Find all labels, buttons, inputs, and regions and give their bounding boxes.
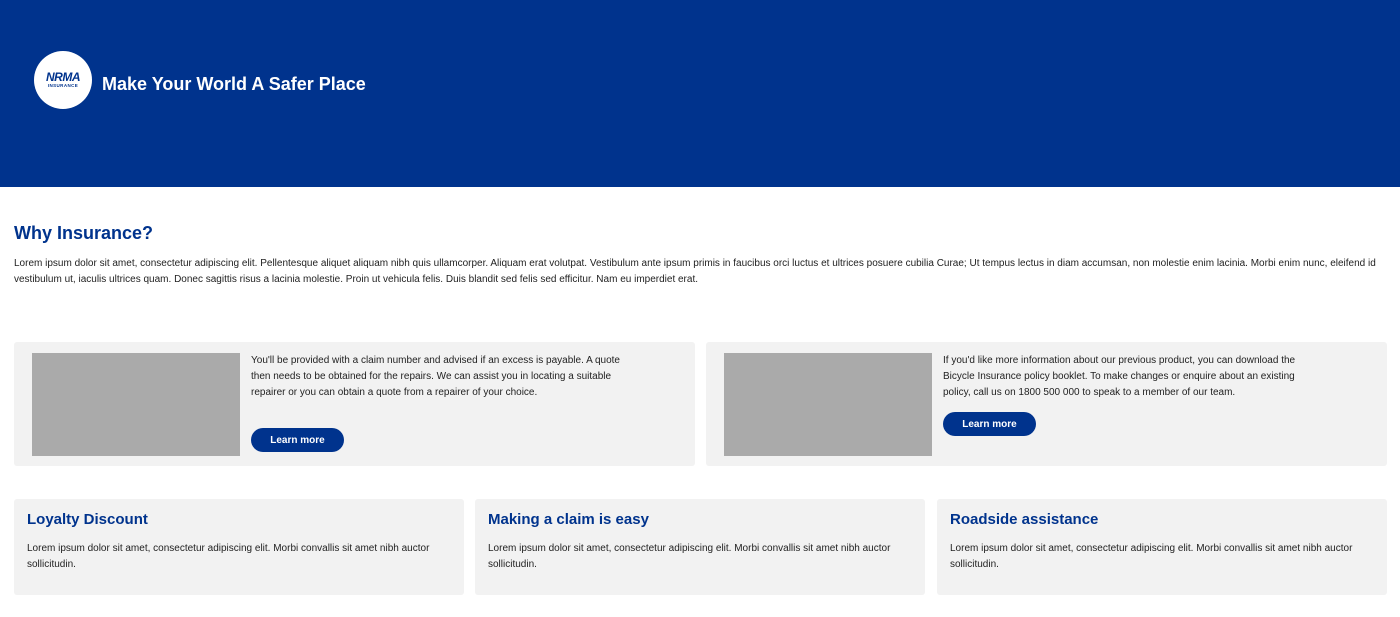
info-card-text: Lorem ipsum dolor sit amet, consectetur …: [27, 543, 430, 570]
header-title: Make Your World A Safer Place: [102, 74, 366, 94]
page-header: NRMA INSURANCE Make Your World A Safer P…: [0, 0, 1400, 187]
info-card-title: Loyalty Discount: [27, 511, 148, 528]
feature-card-claim: You'll be provided with a claim number a…: [14, 342, 695, 466]
info-card-loyalty-discount: Loyalty Discount Lorem ipsum dolor sit a…: [14, 499, 464, 595]
info-card-title: Making a claim is easy: [488, 511, 649, 528]
info-card-title: Roadside assistance: [950, 511, 1099, 528]
feature-card-policy: If you'd like more information about our…: [706, 342, 1387, 466]
learn-more-button[interactable]: Learn more: [251, 428, 344, 452]
logo-mark: NRMA: [46, 70, 81, 84]
intro-heading: Why Insurance?: [14, 223, 154, 243]
info-card-roadside-assistance: Roadside assistance Lorem ipsum dolor si…: [937, 499, 1387, 595]
feature-image-placeholder: [32, 353, 240, 456]
feature-text: You'll be provided with a claim number a…: [251, 355, 620, 398]
nrma-logo[interactable]: NRMA INSURANCE: [34, 51, 92, 109]
feature-text: If you'd like more information about our…: [943, 355, 1296, 398]
learn-more-button[interactable]: Learn more: [943, 412, 1036, 436]
intro-text: Lorem ipsum dolor sit amet, consectetur …: [14, 258, 1376, 285]
info-card-making-a-claim: Making a claim is easy Lorem ipsum dolor…: [475, 499, 925, 595]
feature-image-placeholder: [724, 353, 932, 456]
info-card-text: Lorem ipsum dolor sit amet, consectetur …: [950, 543, 1353, 570]
info-card-text: Lorem ipsum dolor sit amet, consectetur …: [488, 543, 891, 570]
logo-subtext: INSURANCE: [47, 83, 79, 88]
